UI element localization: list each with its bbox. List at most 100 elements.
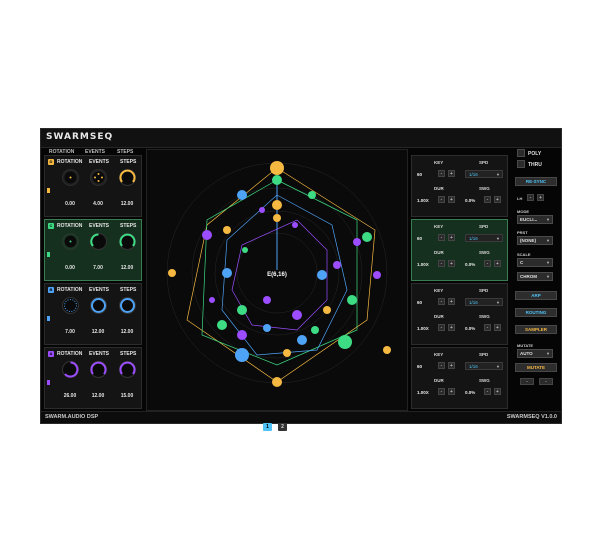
track-a[interactable]: A ROTATION EVENTS STEPS 26.00 12.00 15.0…	[44, 347, 142, 409]
rotation-knob[interactable]	[62, 233, 79, 250]
dur-decrement-button[interactable]: -	[438, 260, 445, 267]
sampler-button[interactable]: SAMPLER	[515, 325, 557, 334]
swg-value: 0.0%	[465, 198, 476, 203]
swg-decrement-button[interactable]: -	[484, 260, 491, 267]
key-decrement-button[interactable]: -	[438, 170, 445, 177]
chevron-down-icon: ▼	[546, 238, 550, 243]
key-increment-button[interactable]: +	[448, 298, 455, 305]
key-decrement-button[interactable]: -	[438, 362, 445, 369]
chevron-down-icon: ▼	[496, 300, 500, 305]
preset-select[interactable]: (NONE) ▼	[517, 236, 553, 245]
chevron-down-icon: ▼	[546, 260, 550, 265]
events-knob[interactable]	[90, 361, 107, 378]
swg-increment-button[interactable]: +	[494, 324, 501, 331]
dur-increment-button[interactable]: +	[448, 324, 455, 331]
events-label: EVENTS	[89, 223, 110, 229]
mutate-button[interactable]: MUTATE	[515, 363, 557, 372]
speed-select[interactable]: 1/16 ▼	[465, 234, 503, 242]
dur-increment-button[interactable]: +	[448, 388, 455, 395]
key-increment-button[interactable]: +	[448, 234, 455, 241]
swg-label: SWG	[479, 250, 490, 255]
routing-button[interactable]: ROUTING	[515, 308, 557, 317]
mutate-decrease-button[interactable]: -	[520, 378, 534, 385]
chevron-down-icon: ▼	[496, 236, 500, 241]
scale-root-select[interactable]: C ▼	[517, 258, 553, 267]
speed-value: 1/16	[469, 364, 478, 369]
key-label: KEY	[434, 160, 444, 165]
mutate-increase-button[interactable]: -	[539, 378, 553, 385]
speed-select[interactable]: 1/16 ▼	[465, 362, 503, 370]
track-b[interactable]: B ROTATION EVENTS STEPS 7.00 12.00 12.00	[44, 283, 142, 345]
key-increment-button[interactable]: +	[448, 170, 455, 177]
lh-decrement-button[interactable]: -	[527, 194, 534, 201]
steps-knob[interactable]	[119, 169, 136, 186]
track-c[interactable]: C ROTATION EVENTS STEPS 0.00 7.00 12.00	[44, 219, 142, 281]
mutate-label: MUTATE	[517, 343, 534, 348]
lh-increment-button[interactable]: +	[537, 194, 544, 201]
track-badge: A	[48, 351, 54, 357]
swg-decrement-button[interactable]: -	[484, 324, 491, 331]
swg-decrement-button[interactable]: -	[484, 196, 491, 203]
dur-decrement-button[interactable]: -	[438, 196, 445, 203]
speed-select[interactable]: 1/16 ▼	[465, 298, 503, 306]
key-value: 60	[417, 172, 423, 177]
steps-value: 15.00	[120, 393, 134, 399]
thru-checkbox[interactable]	[517, 160, 525, 168]
center-label: E(6,16)	[267, 272, 287, 278]
rotation-label: ROTATION	[57, 287, 83, 293]
voice-controls-a: KEY SPD 60 - + 1/16 ▼ DUR SWG 1.00X - + 0…	[411, 347, 508, 409]
events-label: EVENTS	[89, 287, 110, 293]
app-title: SWARMSEQ	[46, 132, 114, 142]
steps-knob[interactable]	[119, 233, 136, 250]
scale-root-value: C	[520, 260, 524, 265]
swg-value: 0.0%	[465, 390, 476, 395]
dur-decrement-button[interactable]: -	[438, 388, 445, 395]
voice-controls-c: KEY SPD 60 - + 1/16 ▼ DUR SWG 1.00X - + 0…	[411, 219, 508, 281]
rotation-knob[interactable]	[62, 361, 79, 378]
page-1-button[interactable]: 1	[263, 423, 272, 431]
swg-increment-button[interactable]: +	[494, 388, 501, 395]
dur-value: 1.00X	[417, 198, 429, 203]
mode-select[interactable]: EUCLI... ▼	[517, 215, 553, 224]
rotation-value: 0.00	[65, 201, 75, 207]
poly-checkbox[interactable]	[517, 149, 525, 157]
swg-increment-button[interactable]: +	[494, 196, 501, 203]
scale-type-select[interactable]: CHROM ▼	[517, 272, 553, 281]
dur-label: DUR	[434, 250, 444, 255]
speed-value: 1/16	[469, 300, 478, 305]
track-indicator	[47, 188, 50, 193]
dur-decrement-button[interactable]: -	[438, 324, 445, 331]
events-knob[interactable]	[90, 297, 107, 314]
rotation-label: ROTATION	[57, 223, 83, 229]
events-knob[interactable]	[90, 169, 107, 186]
key-decrement-button[interactable]: -	[438, 234, 445, 241]
resync-button[interactable]: RE-SYNC	[515, 177, 557, 186]
steps-label: STEPS	[120, 287, 137, 293]
key-decrement-button[interactable]: -	[438, 298, 445, 305]
dur-increment-button[interactable]: +	[448, 196, 455, 203]
track-d[interactable]: D ROTATION EVENTS STEPS 0.00 4.00 12.00	[44, 155, 142, 217]
arp-button[interactable]: ARP	[515, 291, 557, 300]
dur-label: DUR	[434, 314, 444, 319]
events-knob[interactable]	[90, 233, 107, 250]
rotation-knob[interactable]	[62, 169, 79, 186]
euclidean-visualizer[interactable]: E(6,16) 1 2	[146, 149, 408, 431]
spd-label: SPD	[479, 288, 489, 293]
key-increment-button[interactable]: +	[448, 362, 455, 369]
rotation-knob[interactable]	[62, 297, 79, 314]
key-label: KEY	[434, 288, 444, 293]
page-2-button[interactable]: 2	[278, 423, 287, 431]
speed-select[interactable]: 1/16 ▼	[465, 170, 503, 178]
mutate-mode-select[interactable]: AUTO ▼	[517, 349, 553, 358]
speed-value: 1/16	[469, 236, 478, 241]
swg-decrement-button[interactable]: -	[484, 388, 491, 395]
steps-knob[interactable]	[119, 297, 136, 314]
dur-increment-button[interactable]: +	[448, 260, 455, 267]
dur-label: DUR	[434, 186, 444, 191]
key-label: KEY	[434, 224, 444, 229]
mode-label: MODE	[517, 209, 529, 214]
status-bar: SWARM.AUDIO DSP SWARMSEQ V1.0.0	[41, 411, 561, 423]
chevron-down-icon: ▼	[546, 217, 550, 222]
steps-knob[interactable]	[119, 361, 136, 378]
swg-increment-button[interactable]: +	[494, 260, 501, 267]
